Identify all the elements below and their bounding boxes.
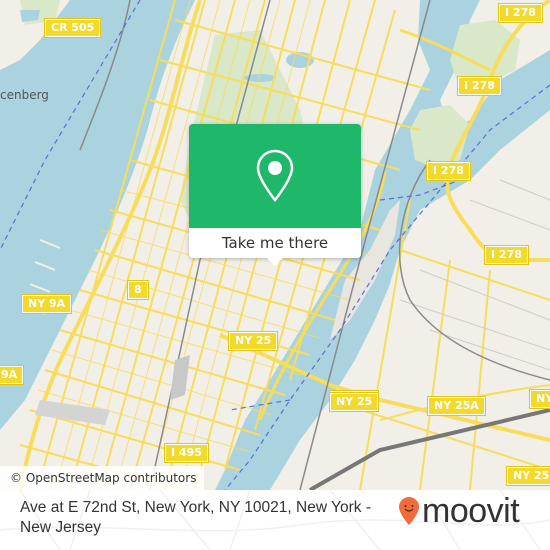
route-shield: NY 25A bbox=[427, 396, 486, 416]
route-shield: NY 25 bbox=[328, 392, 380, 412]
map-pin-icon bbox=[256, 149, 294, 202]
map-view[interactable]: cenberg CR 505 I 278 I 278 I 278 I 278 N… bbox=[0, 0, 550, 490]
route-shield: I 278 bbox=[484, 245, 529, 265]
route-shield: 8 bbox=[127, 280, 149, 300]
route-shield: NY 25 bbox=[227, 331, 279, 351]
popup-pointer bbox=[267, 258, 283, 266]
route-shield: CR 505 bbox=[43, 18, 102, 38]
address-text: Ave at E 72nd St, New York, NY 10021, Ne… bbox=[20, 499, 371, 536]
route-shield: NY 9A bbox=[20, 294, 73, 314]
route-shield: I 278 bbox=[498, 3, 543, 23]
location-popup[interactable]: Take me there bbox=[189, 124, 361, 266]
route-shield: I 278 bbox=[426, 161, 471, 181]
popup-header[interactable] bbox=[189, 124, 361, 228]
route-shield: I 495 bbox=[164, 443, 209, 463]
take-me-there-button[interactable]: Take me there bbox=[189, 228, 361, 258]
map-attribution[interactable]: © OpenStreetMap contributors bbox=[0, 466, 205, 490]
route-shield: I 278 bbox=[457, 76, 502, 96]
place-label: cenberg bbox=[0, 88, 49, 102]
route-shield: NY bbox=[528, 389, 550, 409]
route-shield: NY 25 bbox=[505, 466, 550, 486]
moovit-pin-icon bbox=[399, 497, 419, 525]
moovit-logo[interactable]: moovit bbox=[398, 492, 520, 530]
route-shield: 9A bbox=[0, 365, 25, 385]
brand-name: moovit bbox=[422, 492, 520, 530]
footer: Ave at E 72nd St, New York, NY 10021, Ne… bbox=[0, 490, 550, 550]
